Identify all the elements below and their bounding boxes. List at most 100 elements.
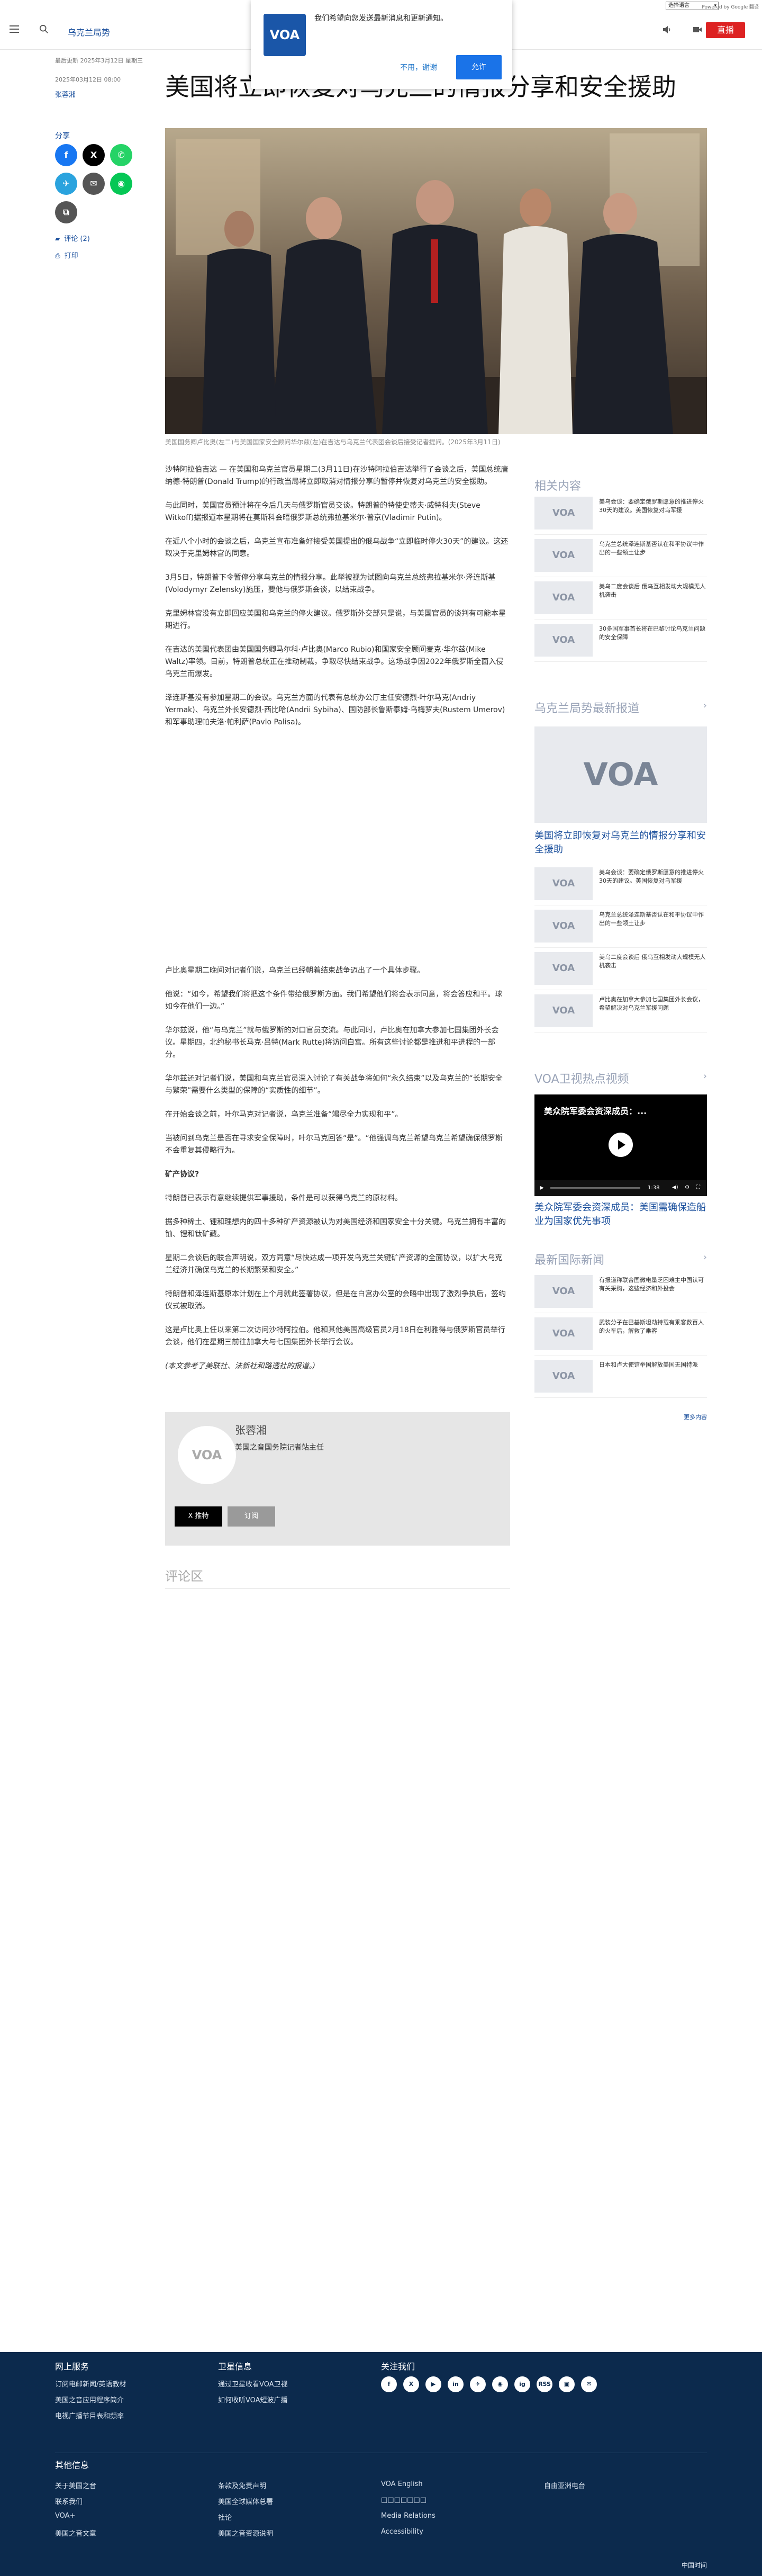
- list-item[interactable]: VOA 美乌会谈：要确定俄罗斯愿意的推进停火30天的建议。美国恢复对乌军援: [534, 492, 707, 535]
- voa-thumb-icon: VOA: [534, 867, 593, 900]
- video-icon[interactable]: [692, 24, 703, 35]
- voa-thumb-icon: VOA: [534, 910, 593, 943]
- source-note: (本文参考了美联社、法新社和路透社的报道。): [165, 1362, 315, 1370]
- footer-link[interactable]: 条款及免责声明: [218, 2480, 266, 2490]
- list-item[interactable]: VOA 30多国军事首长将在巴黎讨论乌克兰问题的安全保障: [534, 620, 707, 662]
- section-link-ukraine[interactable]: 乌克兰局势: [68, 25, 110, 38]
- intl-news-heading[interactable]: 最新国际新闻 ›: [534, 1251, 707, 1268]
- paragraph: 3月5日，特朗普下令暂停分享乌克兰的情报分享。此举被视为试图向乌克兰总统弗拉基米…: [165, 573, 496, 594]
- list-item[interactable]: VOA 乌克兰总统泽连斯基否认在和平协议中作出的一些领土让步: [534, 535, 707, 577]
- list-item[interactable]: VOA 美乌会谈：要确定俄罗斯愿意的推进停火30天的建议。美国恢复对乌军援: [534, 863, 707, 905]
- paragraph: 克里姆林宫没有立即回应美国和乌克兰的停火建议。俄罗斯外交部只是说，与美国官员的谈…: [165, 609, 506, 630]
- footer-link[interactable]: Accessibility: [381, 2528, 423, 2536]
- paragraph: 在吉达的美国代表团由美国国务卿马尔科·卢比奥(Marco Rubio)和国家安全…: [165, 645, 504, 678]
- facebook-share-icon[interactable]: f: [55, 144, 77, 166]
- hero-photo: [165, 128, 707, 434]
- comments-link[interactable]: ▰ 评论 (2): [55, 233, 90, 243]
- footer-follow-heading: 关注我们: [381, 2362, 415, 2372]
- footer-social-icons: f X ▶ in ✈ ◉ ig RSS ▣ ✉: [381, 2376, 597, 2392]
- list-item[interactable]: VOA 有报道称联合国微电量乏困难主中国认可有关采购，这些经济和外投会: [534, 1271, 707, 1313]
- video-player[interactable]: 美众院军委会资深成员：... ▶ 1:38 ◀) ⚙ ⛶: [534, 1094, 707, 1196]
- feature-thumb[interactable]: VOA: [534, 726, 707, 823]
- author-avatar: VOA: [178, 1426, 236, 1484]
- play-icon[interactable]: [609, 1133, 633, 1157]
- voa-thumb-icon: VOA: [534, 581, 593, 614]
- footer-satellite-heading: 卫星信息: [218, 2362, 252, 2372]
- telegram-share-icon[interactable]: ✈: [55, 173, 77, 195]
- fullscreen-icon[interactable]: ⛶: [696, 1184, 700, 1190]
- facebook-icon[interactable]: f: [381, 2376, 397, 2392]
- paragraph: 当被问到乌克兰是否在寻求安全保障时，叶尔马克回答“是”。“他强调乌克兰希望乌克兰…: [165, 1134, 503, 1155]
- telegram-icon[interactable]: ✈: [470, 2376, 486, 2392]
- author-title: 美国之音国务院记者站主任: [235, 1443, 324, 1452]
- settings-icon[interactable]: ⚙: [685, 1184, 690, 1190]
- paragraph: 与此同时，美国官员预计将在今后几天与俄罗斯官员交谈。特朗普的特使史蒂夫·威特科夫…: [165, 501, 480, 522]
- decline-notifications-button[interactable]: 不用，谢谢: [389, 57, 448, 78]
- footer-link[interactable]: 如何收听VOA短波广播: [218, 2394, 288, 2404]
- instagram-icon[interactable]: ig: [514, 2376, 530, 2392]
- play-small-icon[interactable]: ▶: [540, 1185, 544, 1191]
- paragraph: 华尔兹还对记者们说，美国和乌克兰官员深入讨论了有关战争将如何“永久结束”以及乌克…: [165, 1074, 503, 1095]
- footer-link[interactable]: 通过卫星收看VOA卫视: [218, 2378, 288, 2389]
- list-item[interactable]: VOA 卢比奥在加拿大参加七国集团外长会议，希望解决对乌克兰军援问题: [534, 990, 707, 1033]
- list-item[interactable]: VOA 日本和卢大使馆举国解放美国无国特派: [534, 1356, 707, 1398]
- footer-link[interactable]: 美国之音资源说明: [218, 2528, 273, 2538]
- video-caption[interactable]: 美众院军委会资深成员：美国需确保造船业为国家优先事项: [534, 1201, 707, 1228]
- subscribe-rss-button[interactable]: 订阅: [228, 1506, 275, 1527]
- voa-thumb-icon: VOA: [534, 497, 593, 529]
- youtube-icon[interactable]: ▶: [425, 2376, 441, 2392]
- linkedin-icon[interactable]: in: [448, 2376, 464, 2392]
- x-icon[interactable]: X: [403, 2376, 419, 2392]
- video-controls: ▶ 1:38 ◀) ⚙ ⛶: [534, 1180, 707, 1196]
- voa-thumb-icon: VOA: [534, 952, 593, 985]
- email-icon[interactable]: ✉: [581, 2376, 597, 2392]
- print-link[interactable]: ⎙ 打印: [55, 250, 78, 260]
- x-share-icon[interactable]: X: [83, 144, 105, 166]
- feature-headline[interactable]: 美国将立即恢复对乌克兰的情报分享和安全援助: [534, 829, 707, 857]
- list-item[interactable]: VOA 美乌二度会谈后 俄乌互相发动大规模无人机袭击: [534, 948, 707, 990]
- more-news-link[interactable]: 更多内容: [534, 1413, 707, 1421]
- app-icon[interactable]: ▣: [559, 2376, 575, 2392]
- follow-x-button[interactable]: X 推特: [175, 1506, 222, 1527]
- progress-bar[interactable]: [550, 1187, 640, 1189]
- paragraph: 特朗普和泽连斯基原本计划在上个月就此签署协议，但是在白宫办公室的会晤中出现了激烈…: [165, 1290, 506, 1311]
- intl-news-list: VOA 有报道称联合国微电量乏困难主中国认可有关采购，这些经济和外投会 VOA 武装…: [534, 1271, 707, 1398]
- footer-link[interactable]: 美国之音应用程序简介: [55, 2394, 124, 2404]
- copy-link-icon[interactable]: ⧉: [55, 201, 77, 223]
- footer-link[interactable]: 美国全球媒体总署: [218, 2496, 273, 2506]
- footer-link[interactable]: VOA English: [381, 2480, 423, 2488]
- podcast-icon[interactable]: ◉: [492, 2376, 508, 2392]
- audio-icon[interactable]: [661, 24, 672, 35]
- rss-icon[interactable]: RSS: [537, 2376, 552, 2392]
- ukraine-latest-heading[interactable]: 乌克兰局势最新报道 ›: [534, 699, 707, 716]
- line-share-icon[interactable]: ◉: [110, 173, 132, 195]
- footer-link[interactable]: VOA+: [55, 2512, 75, 2520]
- volume-icon[interactable]: ◀): [672, 1184, 678, 1190]
- list-item[interactable]: VOA 武装分子在巴基斯坦劫持载有乘客数百人的火车后，解救了乘客: [534, 1313, 707, 1356]
- footer-link[interactable]: 电视广播节目表和频率: [55, 2410, 124, 2420]
- footer-link[interactable]: 美国之音文章: [55, 2528, 96, 2538]
- ukraine-list: VOA 美乌会谈：要确定俄罗斯愿意的推进停火30天的建议。美国恢复对乌军援 VOA…: [534, 863, 707, 1033]
- article-author[interactable]: 张蓉湘: [55, 89, 76, 99]
- list-item[interactable]: VOA 乌克兰总统泽连斯基否认在和平协议中作出的一些领土让步: [534, 905, 707, 948]
- whatsapp-share-icon[interactable]: ✆: [110, 144, 132, 166]
- footer-link[interactable]: 社论: [218, 2512, 232, 2522]
- footer-link[interactable]: 关于美国之音: [55, 2480, 96, 2490]
- list-item[interactable]: VOA 美乌二度会谈后 俄乌互相发动大规模无人机袭击: [534, 577, 707, 620]
- allow-notifications-button[interactable]: 允许: [456, 55, 502, 79]
- footer-link[interactable]: Media Relations: [381, 2512, 436, 2520]
- menu-icon[interactable]: [10, 25, 19, 33]
- footer-link[interactable]: □□□□□□□: [381, 2496, 427, 2504]
- footer-link[interactable]: 自由亚洲电台: [544, 2480, 585, 2490]
- email-share-icon[interactable]: ✉: [83, 173, 105, 195]
- footer-link[interactable]: 订阅电邮新闻/英语教材: [55, 2378, 126, 2389]
- search-icon[interactable]: [39, 24, 49, 34]
- footer-online-heading: 网上服务: [55, 2362, 89, 2372]
- paragraph: 泽连斯基没有参加星期二的会议。乌克兰方面的代表有总统办公厅主任安德烈·叶尔马克(…: [165, 694, 505, 726]
- live-button[interactable]: 直播: [706, 22, 745, 38]
- author-name[interactable]: 张蓉湘: [235, 1422, 267, 1437]
- voa-thumb-icon: VOA: [534, 624, 593, 657]
- print-icon: ⎙: [55, 252, 60, 259]
- video-heading[interactable]: VOA卫视热点视频 ›: [534, 1070, 707, 1087]
- footer-link[interactable]: 联系我们: [55, 2496, 83, 2506]
